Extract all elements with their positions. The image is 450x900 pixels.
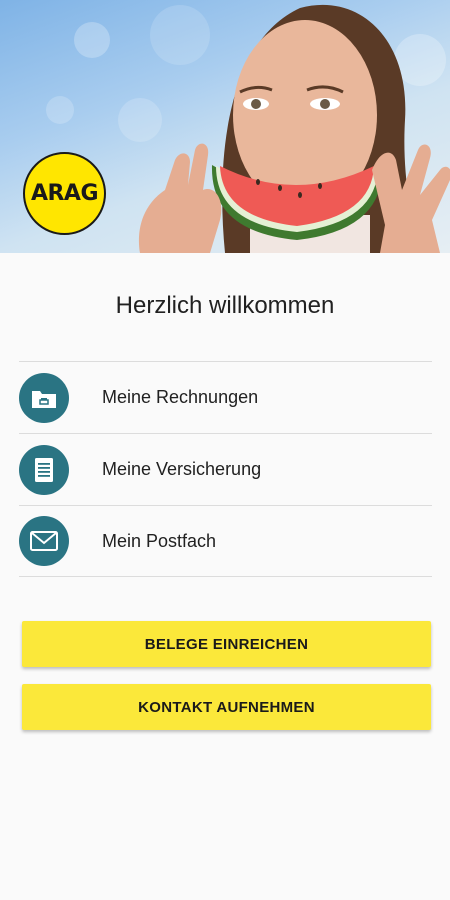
menu-item-label: Meine Rechnungen xyxy=(102,387,259,407)
logo-text: ARAG xyxy=(30,181,99,206)
folder-icon xyxy=(19,372,69,423)
hero-banner: ARAG xyxy=(0,0,450,253)
main-menu: Meine Rechnungen Meine Versicherung Mein… xyxy=(19,361,432,577)
submit-receipts-button[interactable]: BELEGE EINREICHEN xyxy=(22,621,431,667)
menu-item-label: Meine Versicherung xyxy=(102,459,262,479)
menu-item-invoices[interactable]: Meine Rechnungen xyxy=(19,361,432,433)
arag-logo: ARAG xyxy=(23,152,106,235)
menu-item-insurance[interactable]: Meine Versicherung xyxy=(19,433,432,505)
menu-item-label: Mein Postfach xyxy=(102,530,217,551)
mail-icon xyxy=(19,516,69,566)
contact-button[interactable]: KONTAKT AUFNEHMEN xyxy=(22,684,431,730)
welcome-title: Herzlich willkommen xyxy=(115,292,335,319)
document-icon xyxy=(19,444,69,495)
menu-item-mailbox[interactable]: Mein Postfach xyxy=(19,505,432,577)
